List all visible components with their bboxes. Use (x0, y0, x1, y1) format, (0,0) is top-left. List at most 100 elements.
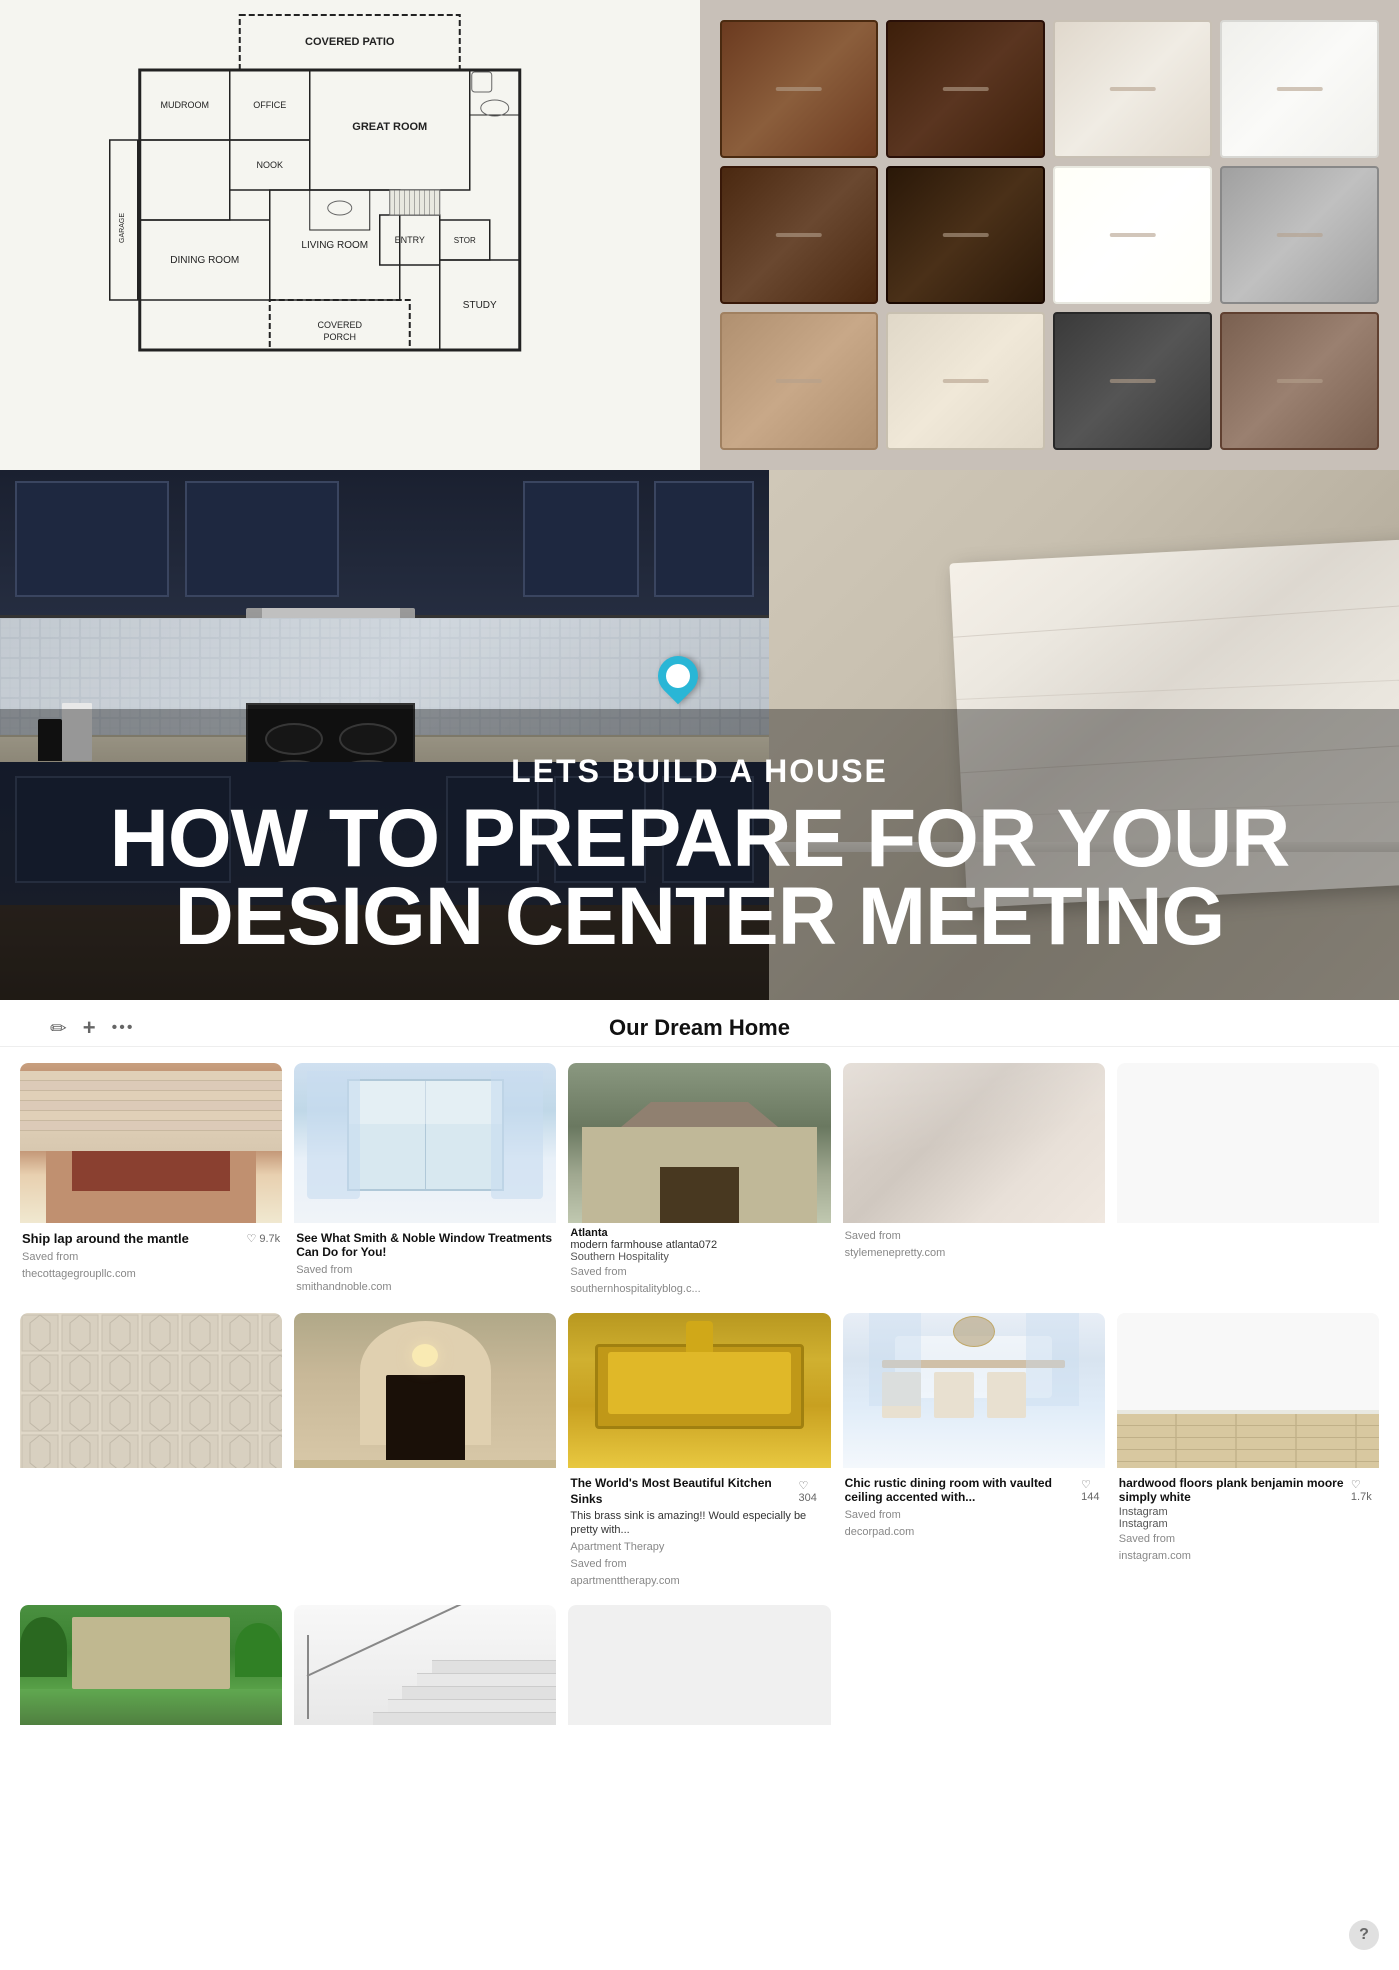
pin-card[interactable] (294, 1605, 556, 1733)
pin-source: Apartment Therapy (570, 1538, 828, 1555)
pin-save-count: See What Smith & Noble Window Treatments… (296, 1227, 554, 1261)
svg-text:STOR: STOR (454, 236, 476, 245)
svg-text:PORCH: PORCH (323, 332, 356, 342)
cabinet-sample (720, 312, 879, 450)
pin-image (843, 1313, 1105, 1468)
pin-card[interactable]: See What Smith & Noble Window Treatments… (294, 1063, 556, 1301)
pin-card[interactable]: The World's Most Beautiful Kitchen Sinks… (568, 1313, 830, 1593)
cabinet-sample (886, 166, 1045, 304)
pin-source-url: instagram.com (1119, 1547, 1377, 1564)
pin-marker (658, 656, 698, 696)
pin-title: hardwood floors plank benjamin moore sim… (1119, 1476, 1351, 1504)
subtitle-text: LETS BUILD A HOUSE (511, 753, 888, 790)
cabinet-sample (1053, 166, 1212, 304)
pin-image (1117, 1063, 1379, 1223)
more-icon[interactable]: ••• (112, 1019, 135, 1037)
svg-text:ENTRY: ENTRY (395, 235, 425, 245)
pinterest-actions: ✏ + ••• (50, 1015, 134, 1041)
pin-card[interactable]: Atlanta modern farmhouse atlanta072 Sout… (568, 1063, 830, 1301)
svg-text:COVERED PATIO: COVERED PATIO (305, 36, 395, 48)
cabinet-grid (700, 0, 1399, 470)
pin-saved-from: Saved from (570, 1555, 828, 1572)
pin-card[interactable] (1117, 1063, 1379, 1301)
cabinet-samples-container (700, 0, 1399, 470)
pin-saved-from: Saved from (22, 1248, 280, 1265)
pin-image (20, 1313, 282, 1468)
cabinet-sample (720, 166, 879, 304)
svg-text:STUDY: STUDY (463, 300, 497, 311)
pin-save-count: The World's Most Beautiful Kitchen Sinks… (570, 1472, 828, 1509)
text-overlay: LETS BUILD A HOUSE HOW TO PREPARE FOR YO… (0, 709, 1399, 1001)
pinterest-title: Our Dream Home (609, 1015, 790, 1041)
svg-text:COVERED: COVERED (317, 320, 362, 330)
pin-title: Chic rustic dining room with vaulted cei… (845, 1476, 1082, 1504)
pin-card[interactable] (568, 1605, 830, 1733)
pin-image (568, 1605, 830, 1725)
cabinet-sample (886, 312, 1045, 450)
add-icon[interactable]: + (83, 1015, 96, 1041)
cabinet-sample (1053, 20, 1212, 158)
pin-card[interactable]: hardwood floors plank benjamin moore sim… (1117, 1313, 1379, 1593)
cabinet-sample (1220, 20, 1379, 158)
pin-image (1117, 1313, 1379, 1468)
top-images-section: COVERED PATIO MUDROOM OFFICE GREAT ROOM … (0, 0, 1399, 470)
pin-image (294, 1605, 556, 1725)
cabinet-sample (1220, 166, 1379, 304)
cabinet-sample (886, 20, 1045, 158)
pin-saved-from: Saved from (570, 1263, 828, 1280)
svg-text:LIVING ROOM: LIVING ROOM (301, 240, 368, 251)
pin-saved-from: Saved from (1119, 1530, 1377, 1547)
pin-title: Atlanta (570, 1227, 828, 1239)
pin-saved-from: Saved from (845, 1506, 1103, 1523)
pin-source: thecottagegroupllc.com (22, 1265, 280, 1282)
pin-source-url: apartmenttherapy.com (570, 1572, 828, 1589)
pin-source-url: southernhospitalityblog.c... (570, 1280, 828, 1297)
pin-save-count: Chic rustic dining room with vaulted cei… (845, 1472, 1103, 1506)
svg-text:DINING ROOM: DINING ROOM (170, 255, 239, 266)
pin-image (20, 1605, 282, 1725)
pin-card[interactable] (294, 1313, 556, 1593)
pin-card[interactable] (20, 1313, 282, 1593)
cabinet-sample (720, 20, 879, 158)
pin-save-count: hardwood floors plank benjamin moore sim… (1119, 1472, 1377, 1506)
floor-plan-container: COVERED PATIO MUDROOM OFFICE GREAT ROOM … (0, 0, 700, 470)
middle-section: LETS BUILD A HOUSE HOW TO PREPARE FOR YO… (0, 470, 1399, 1000)
pin-image (20, 1063, 282, 1223)
pin-source-sub: Instagram (1119, 1518, 1377, 1530)
pin-card[interactable] (20, 1605, 282, 1733)
pin-subtitle: modern farmhouse atlanta072 (570, 1239, 828, 1251)
svg-text:OFFICE: OFFICE (253, 100, 286, 110)
pin-source: smithandnoble.com (296, 1278, 554, 1295)
edit-icon[interactable]: ✏ (50, 1016, 67, 1041)
main-title-text: HOW TO PREPARE FOR YOUR DESIGN CENTER ME… (20, 800, 1379, 956)
svg-text:MUDROOM: MUDROOM (161, 100, 210, 110)
pin-source: stylemenepretty.com (845, 1244, 1103, 1261)
pin-image (568, 1313, 830, 1468)
cabinet-sample (1053, 312, 1212, 450)
pin-image (568, 1063, 830, 1223)
floor-plan-svg: COVERED PATIO MUDROOM OFFICE GREAT ROOM … (0, 0, 700, 470)
pin-description: This brass sink is amazing!! Would espec… (570, 1509, 828, 1538)
pin-card[interactable]: Saved from stylemenepretty.com (843, 1063, 1105, 1301)
pin-title: The World's Most Beautiful Kitchen Sinks (570, 1476, 798, 1507)
pin-save-count: Ship lap around the mantle ♡ 9.7k (22, 1227, 280, 1248)
pinterest-grid: Ship lap around the mantle ♡ 9.7k Saved … (0, 1047, 1399, 1749)
pin-card[interactable]: Ship lap around the mantle ♡ 9.7k Saved … (20, 1063, 282, 1301)
pin-image (294, 1313, 556, 1468)
pin-source: decorpad.com (845, 1523, 1103, 1540)
pin-saved-from: Saved from (845, 1227, 1103, 1244)
svg-text:GREAT ROOM: GREAT ROOM (352, 121, 427, 133)
pin-title: Ship lap around the mantle (22, 1231, 189, 1246)
pinterest-section: ✏ + ••• Our Dream Home (0, 1000, 1399, 1749)
pin-image (843, 1063, 1105, 1223)
svg-text:GARAGE: GARAGE (119, 213, 126, 243)
pin-title: See What Smith & Noble Window Treatments… (296, 1231, 554, 1259)
pin-saved-from: Saved from (296, 1261, 554, 1278)
pin-source-name: Instagram (1119, 1506, 1377, 1518)
cabinet-sample (1220, 312, 1379, 450)
svg-text:NOOK: NOOK (256, 160, 283, 170)
pin-image (294, 1063, 556, 1223)
pin-source: Southern Hospitality (570, 1251, 828, 1263)
question-mark-button[interactable]: ? (1349, 1920, 1379, 1950)
pin-card[interactable]: Chic rustic dining room with vaulted cei… (843, 1313, 1105, 1593)
